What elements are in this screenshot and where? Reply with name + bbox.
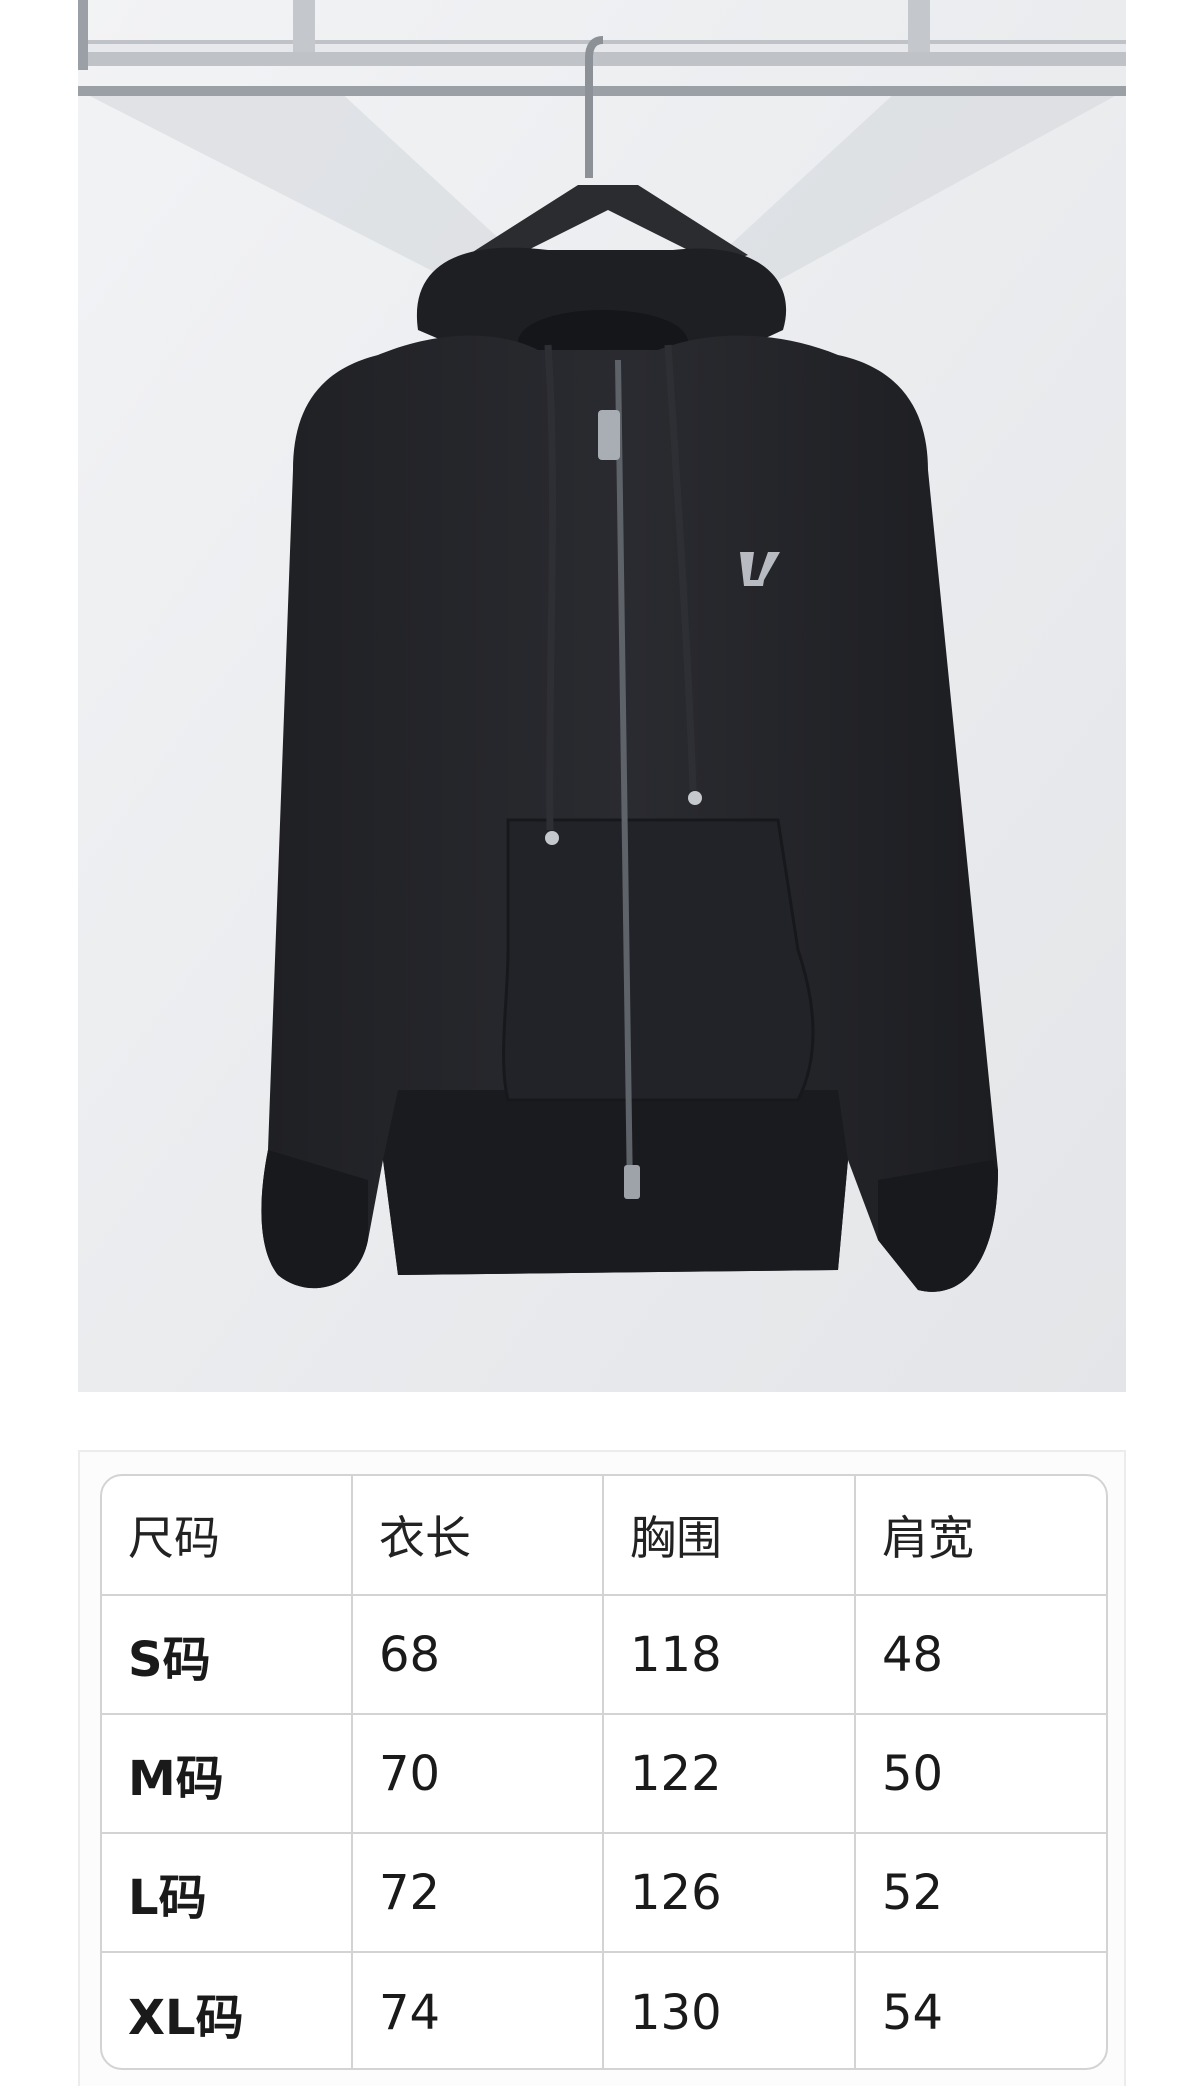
table-row: XL码 74 130 54 bbox=[102, 1951, 1106, 2068]
chest-cell: 130 bbox=[602, 1953, 854, 2068]
chest-cell: 122 bbox=[602, 1715, 854, 1832]
size-table: 尺码 衣长 胸围 肩宽 S码 68 118 48 M码 70 122 50 L码… bbox=[100, 1474, 1108, 2070]
size-cell: M码 bbox=[128, 1750, 224, 1807]
hoodie-image bbox=[261, 247, 998, 1292]
product-photo bbox=[78, 0, 1126, 1392]
shoulder-cell: 54 bbox=[854, 1953, 1106, 2068]
size-cell: S码 bbox=[128, 1631, 211, 1688]
table-row: M码 70 122 50 bbox=[102, 1713, 1106, 1832]
length-cell: 70 bbox=[351, 1715, 602, 1832]
length-cell: 72 bbox=[351, 1834, 602, 1951]
size-chart-card: 尺码 衣长 胸围 肩宽 S码 68 118 48 M码 70 122 50 L码… bbox=[78, 1450, 1126, 2086]
chest-cell: 126 bbox=[602, 1834, 854, 1951]
header-length: 衣长 bbox=[351, 1476, 602, 1594]
table-row: S码 68 118 48 bbox=[102, 1594, 1106, 1713]
header-shoulder: 肩宽 bbox=[854, 1476, 1106, 1594]
chest-cell: 118 bbox=[602, 1596, 854, 1713]
size-cell: XL码 bbox=[128, 1989, 244, 2046]
size-cell: L码 bbox=[128, 1869, 207, 1926]
shoulder-cell: 50 bbox=[854, 1715, 1106, 1832]
length-cell: 74 bbox=[351, 1953, 602, 2068]
table-header-row: 尺码 衣长 胸围 肩宽 bbox=[102, 1476, 1106, 1594]
shoulder-cell: 52 bbox=[854, 1834, 1106, 1951]
length-cell: 68 bbox=[351, 1596, 602, 1713]
shoulder-cell: 48 bbox=[854, 1596, 1106, 1713]
header-chest: 胸围 bbox=[602, 1476, 854, 1594]
table-row: L码 72 126 52 bbox=[102, 1832, 1106, 1951]
header-size: 尺码 bbox=[128, 1511, 220, 1565]
